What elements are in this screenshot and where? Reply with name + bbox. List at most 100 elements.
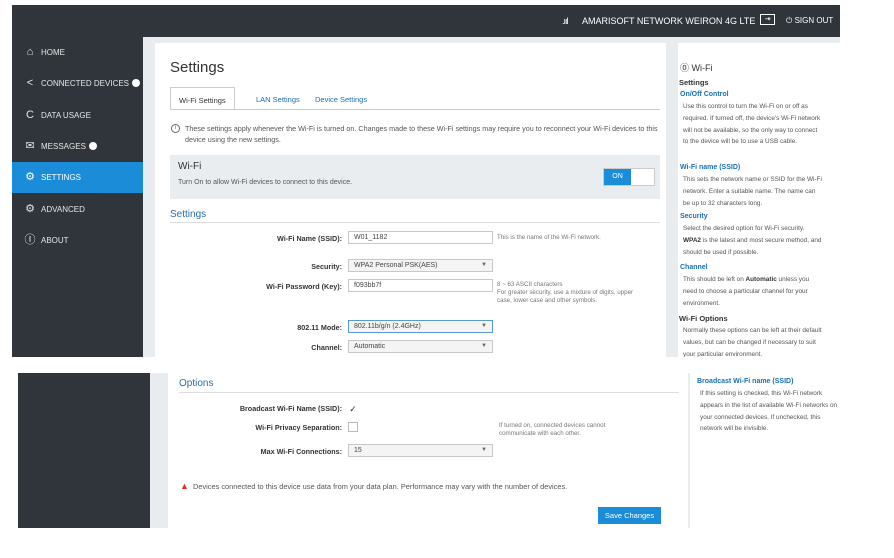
help-broadcast-title: Broadcast Wi-Fi name (SSID) bbox=[697, 378, 794, 385]
mode-label: 802.11 Mode: bbox=[297, 323, 342, 332]
password-hint: 8 ~ 63 ASCII characters For greater secu… bbox=[497, 281, 647, 305]
help-wifi-icon: ⓪ bbox=[680, 63, 690, 73]
help-title: ⓪ Wi-Fi bbox=[680, 63, 713, 73]
chevron-down-icon: ▼ bbox=[481, 447, 487, 453]
sidebar-item-label: ABOUT bbox=[41, 236, 69, 245]
settings-heading: Settings bbox=[170, 209, 207, 220]
chevron-down-icon: ▼ bbox=[481, 323, 487, 329]
sidebar-item-messages[interactable]: ✉ MESSAGES bbox=[12, 131, 143, 162]
security-select[interactable]: WPA2 Personal PSK(AES) ▼ bbox=[348, 259, 493, 272]
main-panel: Options Broadcast Wi-Fi Name (SSID): ✓ W… bbox=[168, 373, 688, 528]
save-changes-button[interactable]: Save Changes bbox=[598, 507, 661, 524]
gauge-icon: C bbox=[26, 109, 34, 121]
help-security-text: Select the desired option for Wi-Fi secu… bbox=[683, 225, 822, 256]
privacy-checkbox[interactable] bbox=[348, 422, 358, 432]
sidebar-item-label: SETTINGS bbox=[41, 173, 82, 182]
advanced-gear-icon: ⚙ bbox=[25, 203, 35, 215]
help-broadcast-text: If this setting is checked, this Wi-Fi n… bbox=[700, 390, 838, 433]
channel-label: Channel: bbox=[311, 343, 342, 352]
security-value: WPA2 Personal PSK(AES) bbox=[354, 262, 438, 269]
tab-divider bbox=[170, 109, 660, 110]
chevron-down-icon: ▼ bbox=[481, 262, 487, 268]
help-panel: Broadcast Wi-Fi name (SSID) If this sett… bbox=[690, 373, 890, 528]
broadcast-checkbox[interactable]: ✓ bbox=[348, 404, 358, 414]
signal-bars-icon: .ııl bbox=[562, 16, 568, 26]
page-title: Settings bbox=[170, 59, 225, 76]
help-channel-text: This should be left on Automatic unless … bbox=[683, 276, 810, 307]
screenshot-bottom: Options Broadcast Wi-Fi Name (SSID): ✓ W… bbox=[18, 373, 890, 528]
sidebar-item-data-usage[interactable]: C DATA USAGE bbox=[12, 100, 143, 131]
password-label: Wi-Fi Password (Key): bbox=[266, 282, 342, 291]
help-onoff-text: Use this control to turn the Wi-Fi on or… bbox=[683, 103, 821, 146]
sidebar-item-label: DATA USAGE bbox=[41, 111, 91, 120]
mode-select[interactable]: 802.11b/g/n (2.4GHz) ▼ bbox=[348, 320, 493, 333]
wifi-toggle[interactable]: ON bbox=[603, 168, 655, 186]
chevron-down-icon: ▼ bbox=[481, 343, 487, 349]
ssid-input[interactable]: W01_1182 bbox=[348, 231, 493, 244]
sidebar-item-label: MESSAGES bbox=[41, 142, 97, 151]
notification-badge bbox=[88, 142, 97, 150]
section-divider bbox=[179, 392, 679, 393]
max-connections-select[interactable]: 15 ▼ bbox=[348, 444, 493, 457]
security-label: Security: bbox=[311, 262, 342, 271]
help-ssid-title: Wi-Fi name (SSID) bbox=[680, 164, 741, 171]
password-input[interactable]: f093bb7f bbox=[348, 279, 493, 292]
max-connections-label: Max Wi-Fi Connections: bbox=[260, 447, 342, 456]
password-hint-strength: For greater security, use a mixture of d… bbox=[497, 289, 634, 304]
top-bar: .ııl AMARISOFT NETWORK WEIRON 4G LTE ⇥ ⏻… bbox=[12, 5, 840, 37]
options-heading: Options bbox=[179, 378, 214, 389]
help-options-title: Wi-Fi Options bbox=[679, 314, 728, 323]
sidebar-item-home[interactable]: ⌂ HOME bbox=[12, 37, 143, 68]
sign-out-label: SIGN OUT bbox=[794, 16, 834, 25]
privacy-label: Wi-Fi Privacy Separation: bbox=[255, 423, 342, 432]
sidebar-item-connected-devices[interactable]: < CONNECTED DEVICES bbox=[12, 68, 143, 99]
channel-value: Automatic bbox=[354, 343, 386, 350]
warning-message: Devices connected to this device use dat… bbox=[193, 482, 568, 491]
sidebar-item-advanced[interactable]: ⚙ ADVANCED bbox=[12, 194, 143, 225]
help-panel: ⓪ Wi-Fi Settings On/Off Control Use this… bbox=[678, 43, 840, 357]
help-onoff-title: On/Off Control bbox=[680, 91, 729, 98]
warning-icon: ▲ bbox=[180, 481, 189, 491]
wifi-heading: Wi-Fi bbox=[178, 161, 202, 172]
sidebar-item-label: ADVANCED bbox=[41, 205, 85, 214]
ssid-hint: This is the name of the Wi-Fi network. bbox=[497, 234, 601, 241]
wifi-description: Turn On to allow Wi-Fi devices to connec… bbox=[178, 179, 353, 186]
help-ssid-text: This sets the network name or SSID for t… bbox=[683, 176, 822, 207]
broadcast-label: Broadcast Wi-Fi Name (SSID): bbox=[239, 404, 342, 413]
message-icon: ✉ bbox=[25, 140, 35, 152]
sidebar-item-label: HOME bbox=[41, 48, 65, 57]
sidebar bbox=[18, 373, 150, 528]
channel-select[interactable]: Automatic ▼ bbox=[348, 340, 493, 353]
network-tech: 4G LTE bbox=[725, 16, 756, 26]
max-connections-value: 15 bbox=[354, 447, 362, 454]
help-channel-title: Channel bbox=[680, 264, 708, 271]
battery-icon: ⇥ bbox=[760, 14, 775, 25]
sidebar-item-about[interactable]: ⓘ ABOUT bbox=[12, 225, 143, 256]
tab-wifi-settings[interactable]: Wi-Fi Settings bbox=[170, 87, 235, 110]
ssid-label: Wi-Fi Name (SSID): bbox=[276, 234, 342, 243]
home-icon: ⌂ bbox=[26, 46, 34, 58]
sign-out-button[interactable]: ⏻ SIGN OUT bbox=[786, 16, 833, 26]
main-panel: Settings Wi-Fi Settings LAN Settings Dev… bbox=[155, 43, 666, 357]
info-icon: ⓘ bbox=[24, 234, 36, 246]
help-options-text: Normally these options can be left at th… bbox=[683, 327, 822, 357]
power-icon: ⏻ bbox=[786, 16, 793, 25]
gear-icon: ⚙ bbox=[25, 171, 35, 183]
tab-device-settings[interactable]: Device Settings bbox=[307, 87, 375, 110]
info-icon: i bbox=[171, 124, 180, 133]
network-name: AMARISOFT NETWORK WEIRON bbox=[582, 16, 723, 26]
help-section-title: Settings bbox=[679, 78, 709, 87]
share-icon: < bbox=[26, 77, 34, 89]
info-message: These settings apply whenever the Wi-Fi … bbox=[185, 124, 658, 144]
mode-value: 802.11b/g/n (2.4GHz) bbox=[354, 323, 421, 330]
wifi-toggle-panel: Wi-Fi Turn On to allow Wi-Fi devices to … bbox=[170, 155, 660, 199]
sidebar-item-settings[interactable]: ⚙ SETTINGS bbox=[12, 162, 143, 193]
tab-lan-settings[interactable]: LAN Settings bbox=[248, 87, 308, 110]
toggle-on-label: ON bbox=[604, 169, 631, 185]
sidebar: ⌂ HOME < CONNECTED DEVICES C DATA USAGE … bbox=[12, 37, 143, 357]
help-security-title: Security bbox=[680, 213, 708, 220]
screenshot-top: .ııl AMARISOFT NETWORK WEIRON 4G LTE ⇥ ⏻… bbox=[12, 5, 840, 357]
section-divider bbox=[170, 222, 660, 223]
sidebar-item-label: CONNECTED DEVICES bbox=[41, 79, 141, 88]
privacy-hint: If turned on, connected devices cannot c… bbox=[499, 422, 606, 437]
